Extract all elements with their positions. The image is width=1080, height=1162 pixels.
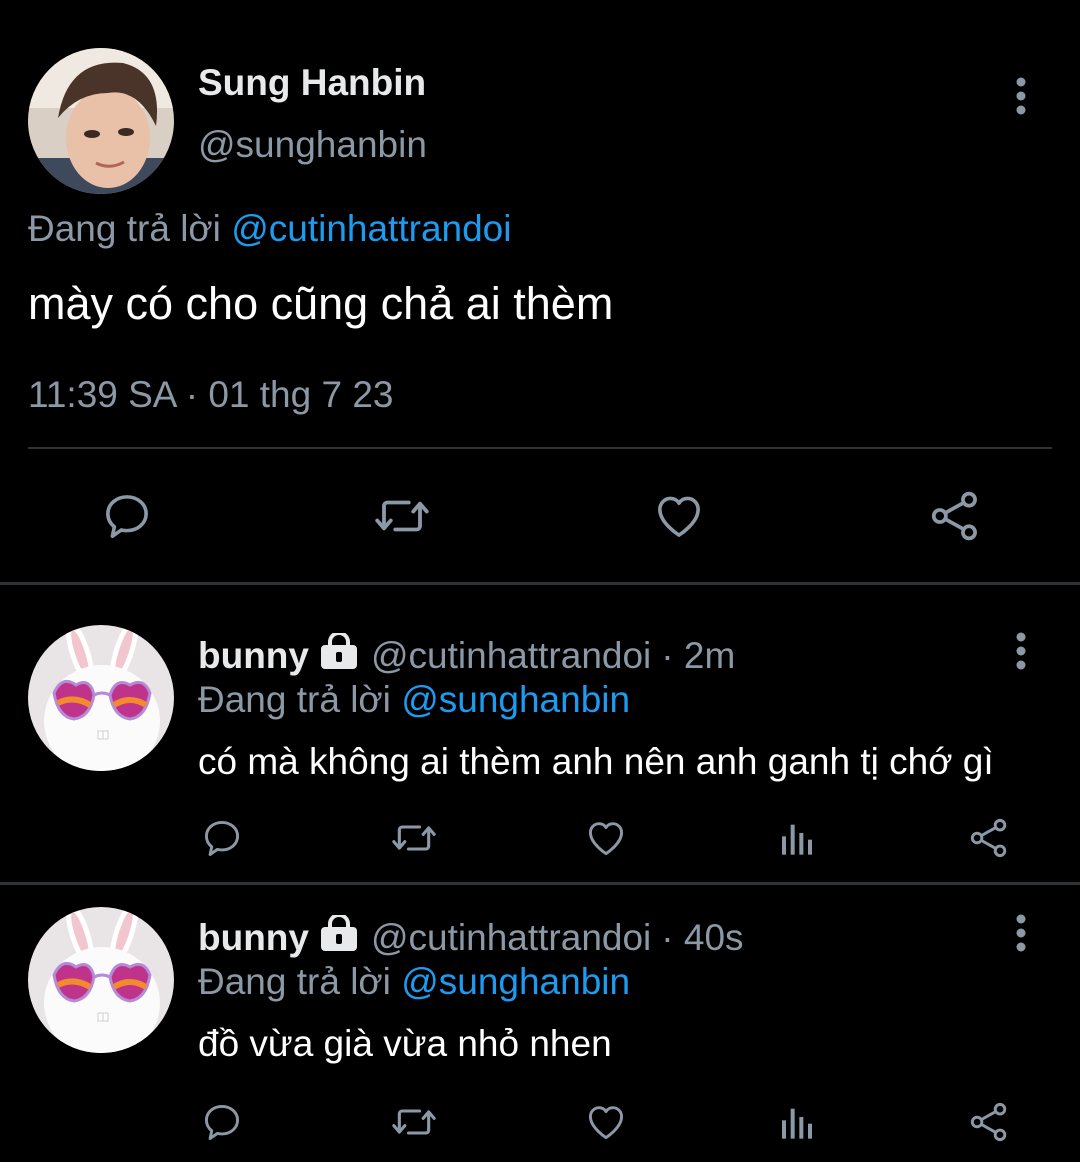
author-handle[interactable]: @cutinhattrandoi: [371, 635, 651, 677]
tweet-timestamp[interactable]: 11:39 SA · 01 thg 7 23: [28, 374, 393, 416]
like-icon: [588, 822, 624, 856]
author-name[interactable]: Sung Hanbin: [198, 62, 426, 104]
retweet-button[interactable]: [370, 488, 434, 544]
reply-header: bunny @cutinhattrandoi · 40s: [198, 913, 744, 960]
reply-button[interactable]: [98, 488, 156, 544]
author-name[interactable]: bunny: [198, 917, 309, 959]
replying-label: Đang trả lời: [198, 961, 391, 1002]
avatar[interactable]: [28, 625, 174, 771]
analytics-button[interactable]: [774, 1099, 820, 1145]
reply-tweet[interactable]: bunny @cutinhattrandoi · 40s Đang trả lờ…: [0, 885, 1080, 1162]
analytics-button[interactable]: [774, 815, 820, 861]
more-options-icon[interactable]: [1004, 913, 1038, 953]
tweet-text: mày có cho cũng chả ai thèm: [28, 278, 614, 329]
mention-link[interactable]: @sunghanbin: [401, 961, 630, 1002]
like-icon: [588, 1106, 624, 1140]
like-button[interactable]: [582, 1099, 630, 1145]
share-button[interactable]: [966, 1099, 1012, 1145]
reply-header: bunny @cutinhattrandoi · 2m: [198, 631, 736, 678]
more-options-icon[interactable]: [1004, 76, 1038, 116]
retweet-button[interactable]: [388, 815, 440, 861]
replying-to: Đang trả lời @cutinhattrandoi: [28, 208, 511, 250]
tweet-text: đồ vừa già vừa nhỏ nhen: [198, 1023, 612, 1064]
analytics-icon: [782, 1108, 812, 1139]
reply-icon: [204, 1104, 240, 1140]
tweet-age: · 2m: [661, 634, 736, 676]
reply-button[interactable]: [198, 815, 246, 861]
like-button[interactable]: [582, 815, 630, 861]
divider: [28, 447, 1052, 449]
author-handle[interactable]: @cutinhattrandoi: [371, 917, 651, 959]
more-options-icon[interactable]: [1004, 631, 1038, 671]
replying-to: Đang trả lời @sunghanbin: [198, 961, 630, 1003]
author-name[interactable]: bunny: [198, 635, 309, 677]
main-tweet: Sung Hanbin @sunghanbin Đang trả lời @cu…: [0, 0, 1080, 584]
share-icon: [970, 818, 1007, 858]
share-button[interactable]: [966, 815, 1012, 861]
mention-link[interactable]: @cutinhattrandoi: [231, 208, 511, 249]
reply-button[interactable]: [198, 1099, 246, 1145]
retweet-icon: [392, 1109, 436, 1135]
reply-tweet[interactable]: bunny @cutinhattrandoi · 2m Đang trả lời…: [0, 585, 1080, 883]
share-button[interactable]: [926, 488, 984, 544]
retweet-icon: [392, 825, 436, 851]
avatar[interactable]: [28, 907, 174, 1053]
lock-icon: [319, 913, 359, 960]
lock-icon: [319, 631, 359, 678]
share-icon: [931, 491, 977, 541]
like-button[interactable]: [650, 488, 708, 544]
reply-icon: [204, 820, 240, 856]
replying-to: Đang trả lời @sunghanbin: [198, 679, 630, 721]
like-icon: [658, 496, 700, 537]
tweet-age: · 40s: [661, 916, 744, 958]
retweet-button[interactable]: [388, 1099, 440, 1145]
replying-label: Đang trả lời: [28, 208, 221, 249]
reply-icon: [106, 495, 148, 539]
retweet-icon: [375, 500, 429, 532]
analytics-icon: [782, 824, 812, 855]
author-handle[interactable]: @sunghanbin: [198, 124, 427, 166]
avatar[interactable]: [28, 48, 174, 194]
share-icon: [970, 1102, 1007, 1142]
replying-label: Đang trả lời: [198, 679, 391, 720]
mention-link[interactable]: @sunghanbin: [401, 679, 630, 720]
tweet-text: có mà không ai thèm anh nên anh ganh tị …: [198, 741, 994, 782]
